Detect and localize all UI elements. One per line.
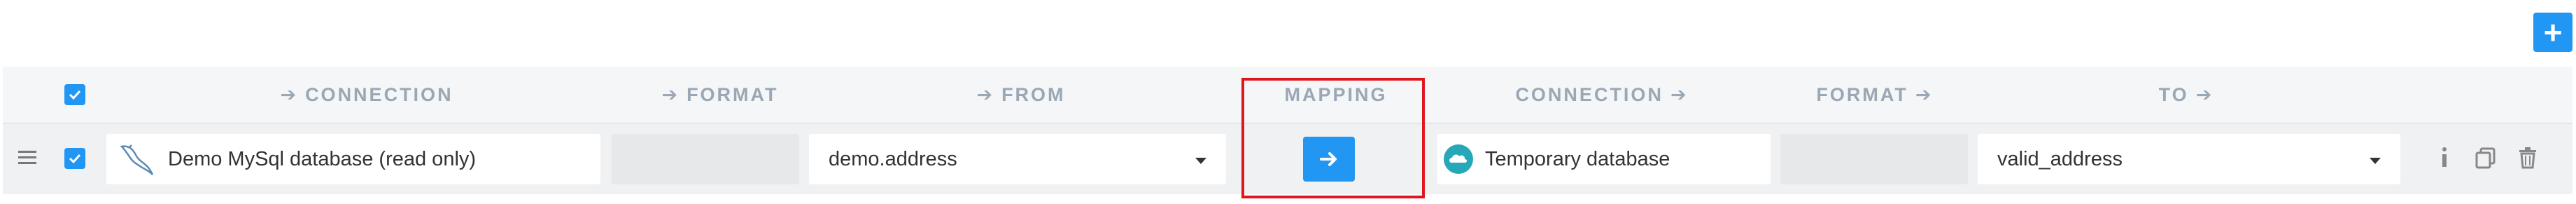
select-all-checkbox[interactable] (64, 84, 85, 105)
to-value: valid_address (1997, 147, 2123, 170)
from-value: demo.address (829, 147, 957, 170)
arrow-right-icon: ➔ (976, 83, 995, 105)
drag-handle-icon[interactable] (18, 149, 36, 168)
arrow-right-icon: ➔ (2195, 83, 2214, 105)
mysql-dolphin-icon (119, 142, 158, 176)
header-source-connection: ➔ CONNECTION (280, 83, 453, 105)
chevron-down-icon (1195, 158, 1206, 164)
info-icon[interactable] (2440, 147, 2449, 172)
from-select[interactable]: demo.address (809, 134, 1226, 184)
checkmark-icon (69, 90, 81, 100)
cloud-database-icon (1443, 144, 1474, 175)
arrow-right-icon: ➔ (1915, 83, 1934, 105)
header-from: ➔ FROM (976, 83, 1066, 105)
header-target-format: FORMAT ➔ (1816, 83, 1934, 105)
header-target-connection: CONNECTION ➔ (1515, 83, 1689, 105)
add-mapping-button[interactable]: + (2533, 13, 2573, 52)
chevron-down-icon (2370, 158, 2381, 164)
arrow-right-icon: ➔ (280, 83, 299, 105)
target-format-field[interactable] (1780, 134, 1968, 184)
source-connection-label: Demo MySql database (read only) (168, 147, 477, 170)
to-select[interactable]: valid_address (1978, 134, 2400, 184)
header-to: TO ➔ (2158, 83, 2214, 105)
source-format-field[interactable] (612, 134, 799, 184)
mapping-highlight-box (1241, 78, 1425, 198)
row-checkbox[interactable] (64, 148, 85, 169)
arrow-right-icon: ➔ (661, 83, 680, 105)
source-connection-field[interactable]: Demo MySql database (read only) (106, 134, 600, 184)
arrow-right-icon: ➔ (1670, 83, 1689, 105)
header-source-format: ➔ FORMAT (661, 83, 779, 105)
checkmark-icon (69, 154, 81, 164)
target-connection-field[interactable]: Temporary database (1437, 134, 1771, 184)
trash-icon[interactable] (2518, 147, 2538, 172)
target-connection-label: Temporary database (1485, 147, 1670, 170)
copy-icon[interactable] (2475, 147, 2497, 172)
